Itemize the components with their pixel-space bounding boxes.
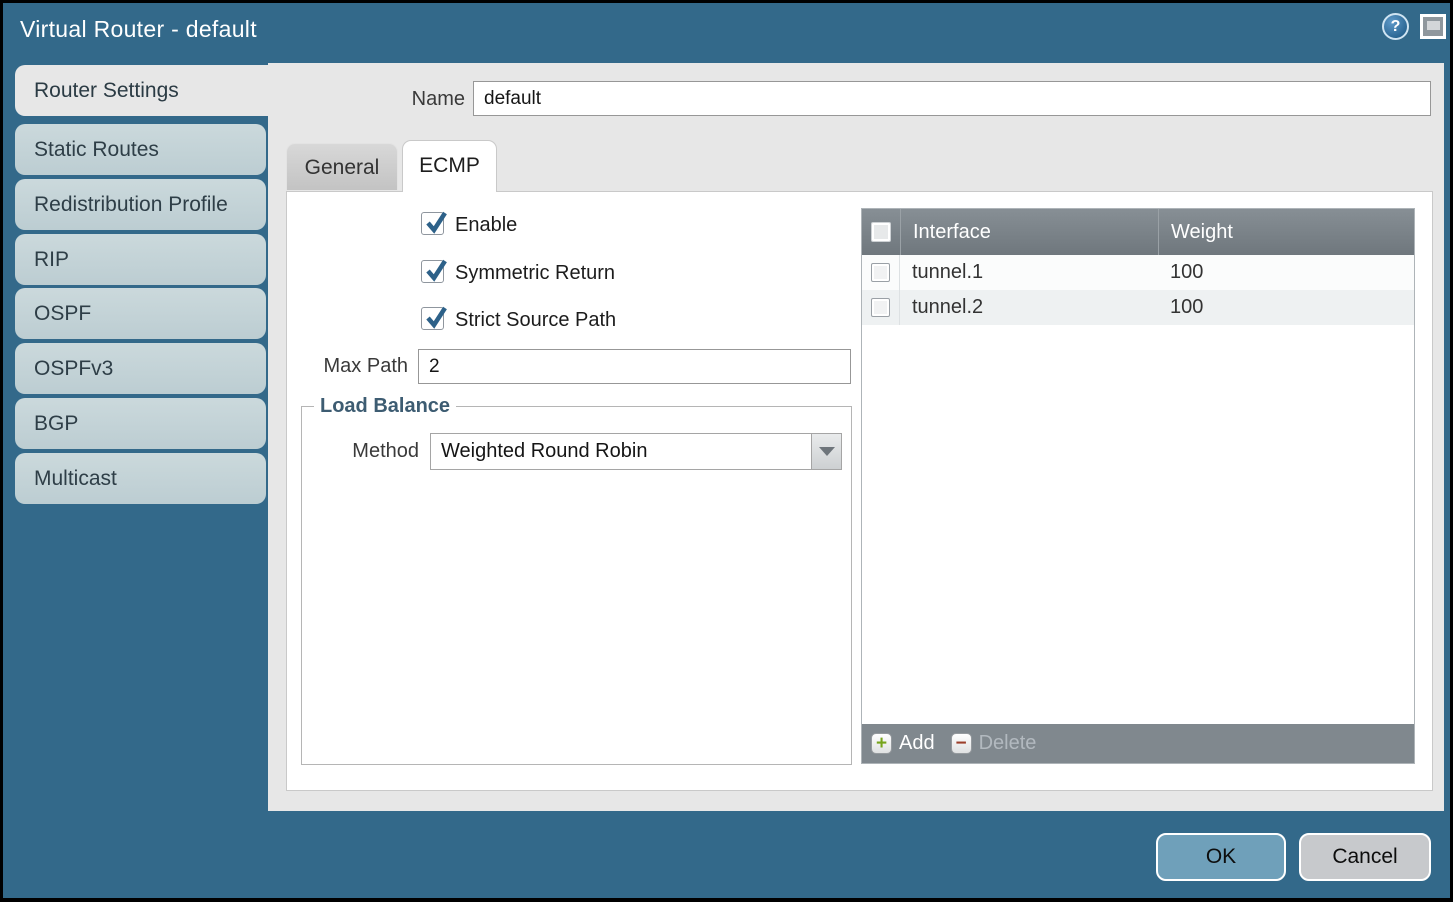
method-label: Method: [333, 440, 419, 463]
checkmark-icon: [423, 304, 449, 330]
load-balance-legend: Load Balance: [314, 395, 456, 418]
ok-button[interactable]: OK: [1156, 833, 1286, 881]
row-checkbox[interactable]: [871, 298, 890, 317]
name-input[interactable]: [473, 81, 1431, 116]
sidebar-item-redistribution-profile[interactable]: Redistribution Profile: [15, 179, 266, 230]
dialog-title: Virtual Router - default: [20, 16, 257, 43]
add-button[interactable]: + Add: [871, 732, 935, 755]
tab-ecmp[interactable]: ECMP: [402, 140, 497, 192]
method-dropdown[interactable]: Weighted Round Robin: [430, 433, 842, 470]
symmetric-return-label: Symmetric Return: [455, 262, 615, 285]
plus-icon: +: [871, 733, 892, 754]
max-path-input[interactable]: [418, 349, 851, 384]
table-empty-area: [862, 325, 1414, 724]
select-all-checkbox[interactable]: [871, 222, 891, 242]
method-dropdown-button[interactable]: [811, 434, 841, 469]
sidebar-item-ospfv3[interactable]: OSPFv3: [15, 343, 266, 394]
window-restore-glyph: [1427, 21, 1440, 30]
name-label: Name: [333, 88, 465, 111]
sidebar-item-multicast[interactable]: Multicast: [15, 453, 266, 504]
checkmark-icon: [423, 209, 449, 235]
interface-cell: tunnel.2: [900, 290, 1158, 325]
strict-source-path-checkbox[interactable]: [421, 307, 444, 330]
window-restore-icon[interactable]: [1420, 14, 1446, 39]
tab-general[interactable]: General: [286, 143, 398, 190]
weight-cell: 100: [1158, 290, 1414, 325]
method-dropdown-value: Weighted Round Robin: [441, 434, 647, 469]
table-row[interactable]: tunnel.2 100: [862, 290, 1414, 325]
sidebar-item-router-settings[interactable]: Router Settings: [15, 65, 268, 116]
chevron-down-icon: [819, 447, 835, 456]
minus-icon: −: [951, 733, 972, 754]
ecmp-interface-table: Interface Weight tunnel.1 100 tunnel.2 1…: [861, 208, 1415, 764]
table-header: Interface Weight: [862, 209, 1414, 255]
virtual-router-dialog: Virtual Router - default ? Router Settin…: [0, 0, 1453, 902]
interface-cell: tunnel.1: [900, 255, 1158, 290]
max-path-label: Max Path: [303, 355, 408, 378]
strict-source-path-label: Strict Source Path: [455, 309, 616, 332]
header-checkbox-cell: [862, 209, 900, 255]
enable-label: Enable: [455, 214, 517, 237]
checkmark-icon: [423, 257, 449, 283]
table-row[interactable]: tunnel.1 100: [862, 255, 1414, 290]
delete-button[interactable]: − Delete: [951, 732, 1037, 755]
sidebar-item-bgp[interactable]: BGP: [15, 398, 266, 449]
enable-checkbox[interactable]: [421, 212, 444, 235]
sidebar-item-rip[interactable]: RIP: [15, 234, 266, 285]
table-toolbar: + Add − Delete: [862, 724, 1414, 763]
sidebar-item-static-routes[interactable]: Static Routes: [15, 124, 266, 175]
weight-cell: 100: [1158, 255, 1414, 290]
help-icon[interactable]: ?: [1382, 13, 1409, 40]
cancel-button[interactable]: Cancel: [1299, 833, 1431, 881]
sidebar-item-ospf[interactable]: OSPF: [15, 288, 266, 339]
add-button-label: Add: [899, 732, 935, 755]
delete-button-label: Delete: [979, 732, 1037, 755]
weight-column-header: Weight: [1158, 209, 1414, 255]
interface-column-header: Interface: [900, 209, 1158, 255]
row-checkbox[interactable]: [871, 263, 890, 282]
symmetric-return-checkbox[interactable]: [421, 260, 444, 283]
